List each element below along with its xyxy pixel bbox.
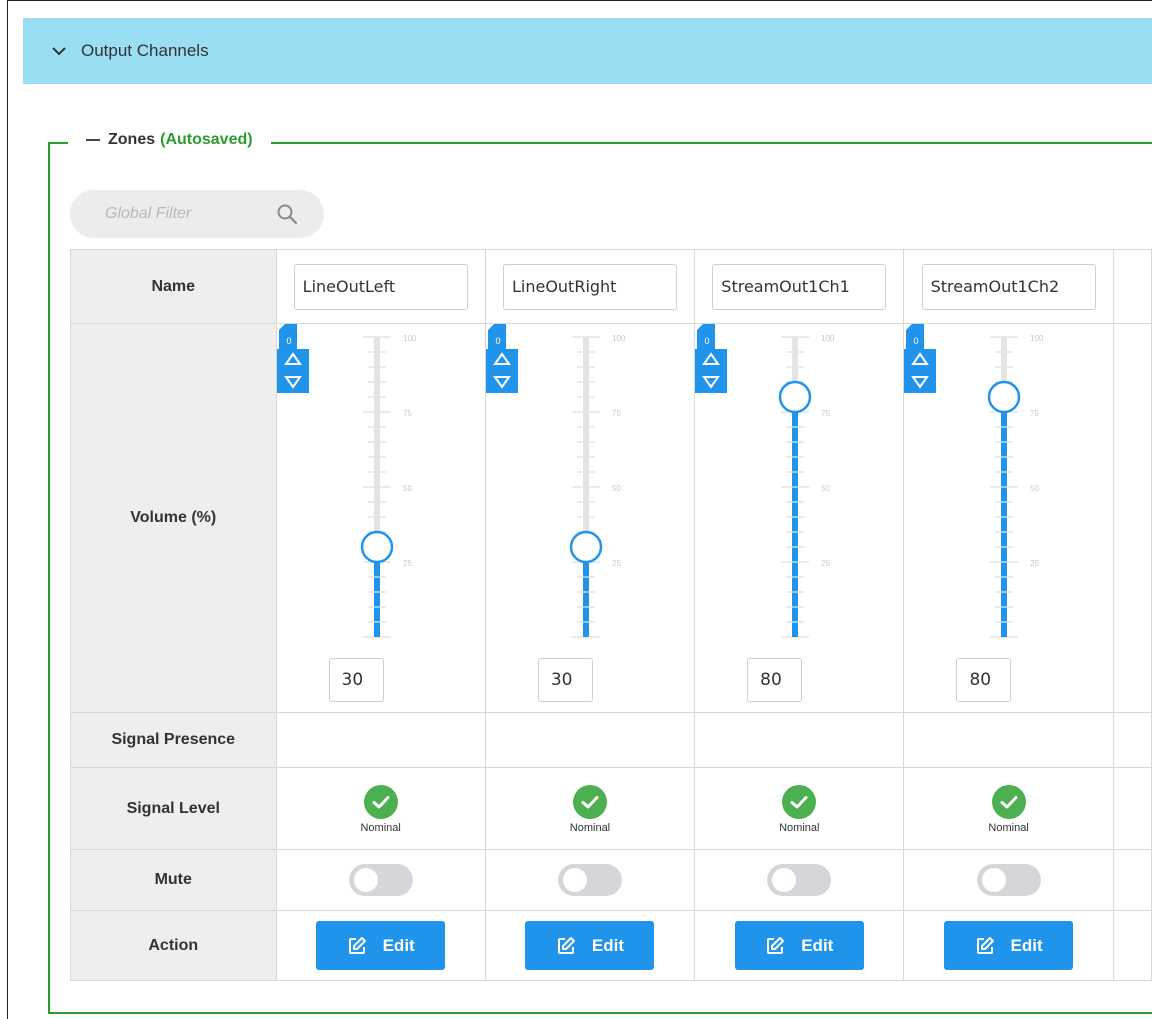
slider-scale-label: 75 (821, 409, 830, 418)
slider-scale-label: 100 (612, 334, 626, 343)
row-label-signal-level: Signal Level (70, 767, 277, 850)
row-label-signal-presence: Signal Presence (70, 712, 277, 768)
slider-scale-label: 50 (612, 484, 621, 493)
edit-button[interactable]: Edit (525, 921, 655, 970)
global-filter (70, 190, 324, 238)
edit-button-label: Edit (382, 935, 415, 955)
volume-slider[interactable]: 100 75 50 25 0 80 (904, 324, 1115, 713)
volume-spinner[interactable]: 0 (904, 324, 937, 393)
channel-name-input[interactable] (921, 263, 1096, 310)
toggle-knob (353, 868, 378, 892)
slider-scale-label: 75 (1030, 409, 1039, 418)
row-label-name: Name (70, 249, 277, 324)
edit-button[interactable]: Edit (944, 921, 1074, 970)
edit-button-label: Edit (1010, 935, 1043, 955)
edit-button-label: Edit (591, 935, 625, 955)
mute-toggle[interactable] (976, 864, 1041, 896)
slider-scale-label: 50 (1030, 484, 1039, 493)
toggle-knob (981, 868, 1006, 892)
zones-legend: Zones (Autosaved) (68, 131, 271, 149)
chevron-down-icon (52, 47, 66, 56)
slider-scale-label: 50 (403, 484, 412, 493)
edit-button[interactable]: Edit (316, 921, 446, 970)
signal-level-status: Nominal (277, 784, 485, 834)
volume-spinner[interactable]: 0 (276, 324, 309, 393)
slider-scale-label: 100 (403, 334, 417, 343)
output-channels-header[interactable]: Output Channels (23, 18, 1152, 84)
zones-table: Name Volume (%) 100 75 50 25 0 30 100 75 50 25 0 3… (70, 249, 1152, 981)
check-circle-icon (572, 784, 607, 819)
volume-spinner[interactable]: 0 (485, 324, 518, 393)
slider-scale-label: 75 (612, 409, 621, 418)
volume-input[interactable]: 30 (537, 658, 593, 702)
slider-scale-label: 25 (403, 559, 412, 568)
slider-scale-label: 100 (821, 334, 835, 343)
check-circle-icon (782, 784, 817, 819)
toggle-knob (562, 868, 587, 892)
panel-title: Output Channels (81, 41, 209, 60)
volume-slider[interactable]: 100 75 50 25 0 30 (276, 324, 488, 713)
mute-toggle[interactable] (767, 864, 832, 896)
signal-level-text: Nominal (569, 821, 611, 834)
search-icon[interactable] (276, 203, 298, 225)
volume-slider[interactable]: 100 75 50 25 0 30 (485, 324, 697, 713)
table-row-name: Name (70, 249, 1152, 324)
row-label-mute: Mute (70, 849, 277, 911)
slider-thumb[interactable] (988, 380, 1021, 414)
signal-level-text: Nominal (988, 821, 1029, 834)
channel-name-input[interactable] (712, 263, 887, 310)
edit-button-label: Edit (801, 935, 834, 955)
slider-scale-label: 100 (1030, 334, 1044, 343)
signal-level-status: Nominal (486, 784, 694, 834)
mute-toggle[interactable] (348, 864, 413, 896)
autosaved-status: (Autosaved) (160, 131, 253, 148)
edit-icon (767, 936, 785, 954)
slider-thumb[interactable] (360, 530, 393, 564)
signal-level-text: Nominal (360, 821, 401, 834)
volume-slider[interactable]: 100 75 50 25 0 80 (695, 324, 906, 713)
edit-icon (348, 936, 366, 954)
table-row-mute: Mute (70, 849, 1152, 911)
table-row-signal-presence: Signal Presence (70, 712, 1152, 768)
offset-badge-value: 0 (286, 336, 291, 346)
signal-level-status: Nominal (904, 784, 1112, 834)
offset-badge-value: 0 (914, 336, 919, 346)
signal-level-status: Nominal (695, 784, 903, 834)
slider-scale-label: 50 (821, 484, 830, 493)
slider-scale-label: 25 (612, 559, 621, 568)
slider-scale-label: 25 (821, 559, 830, 568)
check-circle-icon (991, 784, 1026, 819)
check-circle-icon (363, 784, 398, 819)
signal-level-text: Nominal (779, 821, 820, 834)
toggle-knob (772, 868, 797, 892)
slider-scale-label: 25 (1030, 559, 1039, 568)
channel-name-input[interactable] (293, 263, 468, 310)
edit-icon (976, 936, 994, 954)
slider-thumb[interactable] (778, 380, 812, 414)
table-row-volume: Volume (%) 100 75 50 25 0 30 100 75 50 25 0 30 100… (70, 323, 1152, 713)
row-label-volume: Volume (%) (70, 323, 277, 713)
edit-icon (557, 936, 575, 954)
slider-thumb[interactable] (569, 530, 603, 564)
volume-input[interactable]: 80 (956, 658, 1012, 702)
slider-scale-label: 75 (403, 409, 412, 418)
channel-name-input[interactable] (502, 263, 677, 310)
row-label-action: Action (70, 910, 277, 981)
volume-input[interactable]: 30 (328, 658, 384, 702)
table-row-signal-level: Signal Level Nominal Nominal Nominal Nom… (70, 767, 1152, 850)
offset-badge-value: 0 (705, 336, 710, 346)
table-row-action: Action Edit Edit Edit Edit (70, 910, 1152, 981)
global-filter-input[interactable] (103, 204, 263, 224)
collapse-icon[interactable] (86, 139, 100, 141)
edit-button[interactable]: Edit (734, 921, 864, 970)
volume-spinner[interactable]: 0 (695, 324, 728, 393)
zones-title: Zones (108, 131, 156, 148)
offset-badge-value: 0 (495, 336, 500, 346)
volume-input[interactable]: 80 (747, 658, 803, 702)
mute-toggle[interactable] (557, 864, 622, 896)
